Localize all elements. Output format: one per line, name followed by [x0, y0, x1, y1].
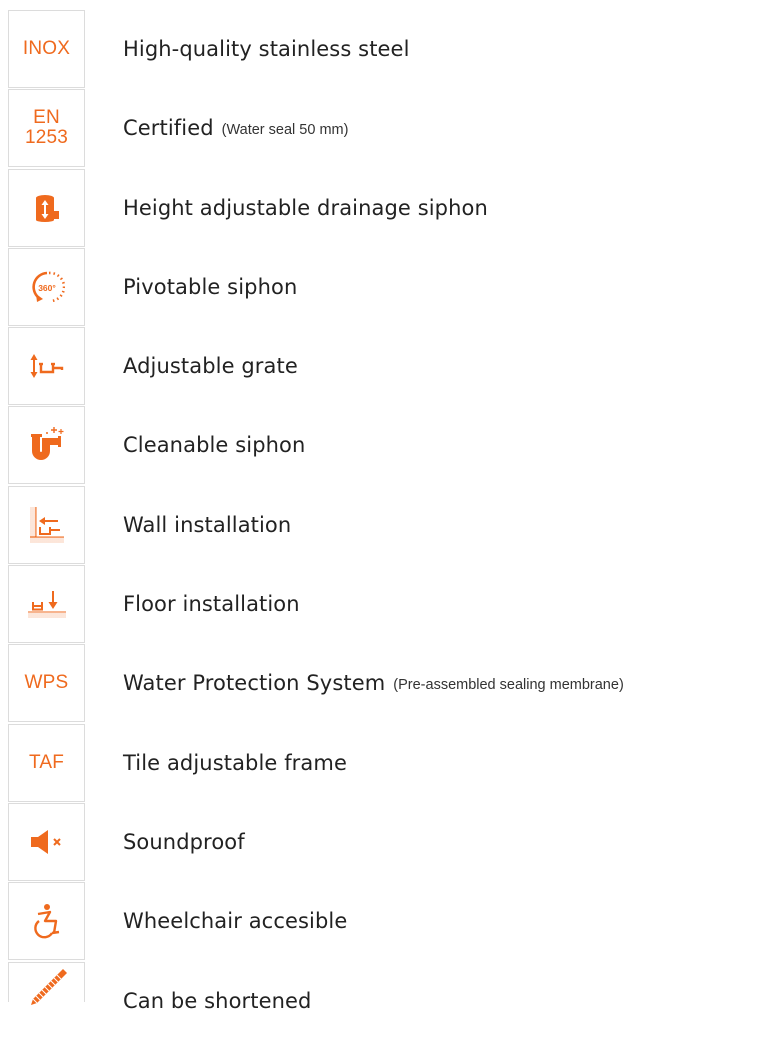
feature-row-adjustable-grate: Adjustable grate: [8, 327, 782, 406]
feature-label: Soundproof: [123, 803, 245, 881]
saw-icon: [8, 961, 85, 1006]
feature-row-certified: EN 1253 Certified (Water seal 50 mm): [8, 89, 782, 168]
feature-label: Floor installation: [123, 565, 300, 643]
feature-row-cleanable: Cleanable siphon: [8, 406, 782, 485]
adjustable-grate-icon: [8, 327, 85, 406]
feature-title: Wheelchair accesible: [123, 909, 348, 934]
feature-row-soundproof: Soundproof: [8, 802, 782, 881]
feature-label: Cleanable siphon: [123, 406, 305, 484]
feature-row-wps: WPS Water Protection System (Pre-assembl…: [8, 644, 782, 723]
wheelchair-icon: [8, 882, 85, 961]
feature-title: Wall installation: [123, 512, 292, 537]
wall-installation-icon: [8, 485, 85, 564]
feature-row-inox: INOX High-quality stainless steel: [8, 10, 782, 88]
feature-title: Water Protection System: [123, 671, 386, 696]
feature-label: Pivotable siphon: [123, 248, 297, 326]
feature-row-height-adjustable: Height adjustable drainage siphon: [8, 168, 782, 247]
pivot-360-icon: 360°: [8, 247, 85, 326]
feature-note: (Water seal 50 mm): [221, 121, 349, 138]
feature-row-pivotable: 360° Pivotable siphon: [8, 247, 782, 326]
feature-title: Cleanable siphon: [123, 433, 306, 458]
en-1253-certification-icon: EN 1253: [8, 89, 85, 168]
feature-label: Wheelchair accesible: [123, 882, 347, 960]
icon-text-taf: TAF: [28, 751, 65, 773]
feature-title: Height adjustable drainage siphon: [123, 195, 488, 220]
cleanable-siphon-icon: [8, 406, 85, 485]
floor-installation-icon: [8, 565, 85, 644]
feature-row-wall: Wall installation: [8, 485, 782, 564]
icon-text-line1: EN: [33, 107, 60, 129]
feature-list: INOX High-quality stainless steel EN 125…: [8, 10, 782, 1041]
feature-note: (Pre-assembled sealing membrane): [393, 676, 624, 693]
icon-text-en: EN 1253: [25, 108, 68, 148]
feature-title: High-quality stainless steel: [123, 37, 410, 61]
feature-label: Height adjustable drainage siphon: [123, 169, 488, 247]
feature-label: Can be shortened: [123, 962, 312, 1040]
feature-title: Soundproof: [123, 829, 245, 854]
soundproof-speaker-mute-icon: [8, 802, 85, 881]
feature-label: Water Protection System (Pre-assembled s…: [123, 644, 624, 722]
feature-row-taf: TAF Tile adjustable frame: [8, 723, 782, 802]
feature-title: Tile adjustable frame: [123, 750, 347, 775]
taf-text-icon: TAF: [8, 723, 85, 802]
feature-title: Can be shortened: [123, 988, 312, 1013]
feature-label: Certified (Water seal 50 mm): [123, 89, 348, 167]
height-adjustable-siphon-icon: [8, 168, 85, 247]
icon-text-line2: 1253: [24, 127, 69, 149]
feature-title: Adjustable grate: [123, 354, 298, 379]
icon-text-wps: WPS: [24, 672, 69, 694]
wps-text-icon: WPS: [8, 644, 85, 723]
feature-row-saw: Can be shortened: [8, 961, 782, 1040]
feature-row-wheelchair: Wheelchair accesible: [8, 882, 782, 961]
feature-label: Adjustable grate: [123, 327, 298, 405]
feature-row-floor: Floor installation: [8, 565, 782, 644]
inox-text-icon: INOX: [8, 10, 85, 88]
feature-label: High-quality stainless steel: [123, 10, 410, 88]
icon-text-inox: INOX: [22, 38, 71, 59]
feature-label: Wall installation: [123, 486, 291, 564]
feature-title: Floor installation: [123, 592, 300, 617]
feature-title: Pivotable siphon: [123, 274, 298, 299]
icon-text-360: 360°: [38, 283, 56, 293]
feature-title: Certified: [123, 116, 214, 141]
feature-label: Tile adjustable frame: [123, 724, 347, 802]
